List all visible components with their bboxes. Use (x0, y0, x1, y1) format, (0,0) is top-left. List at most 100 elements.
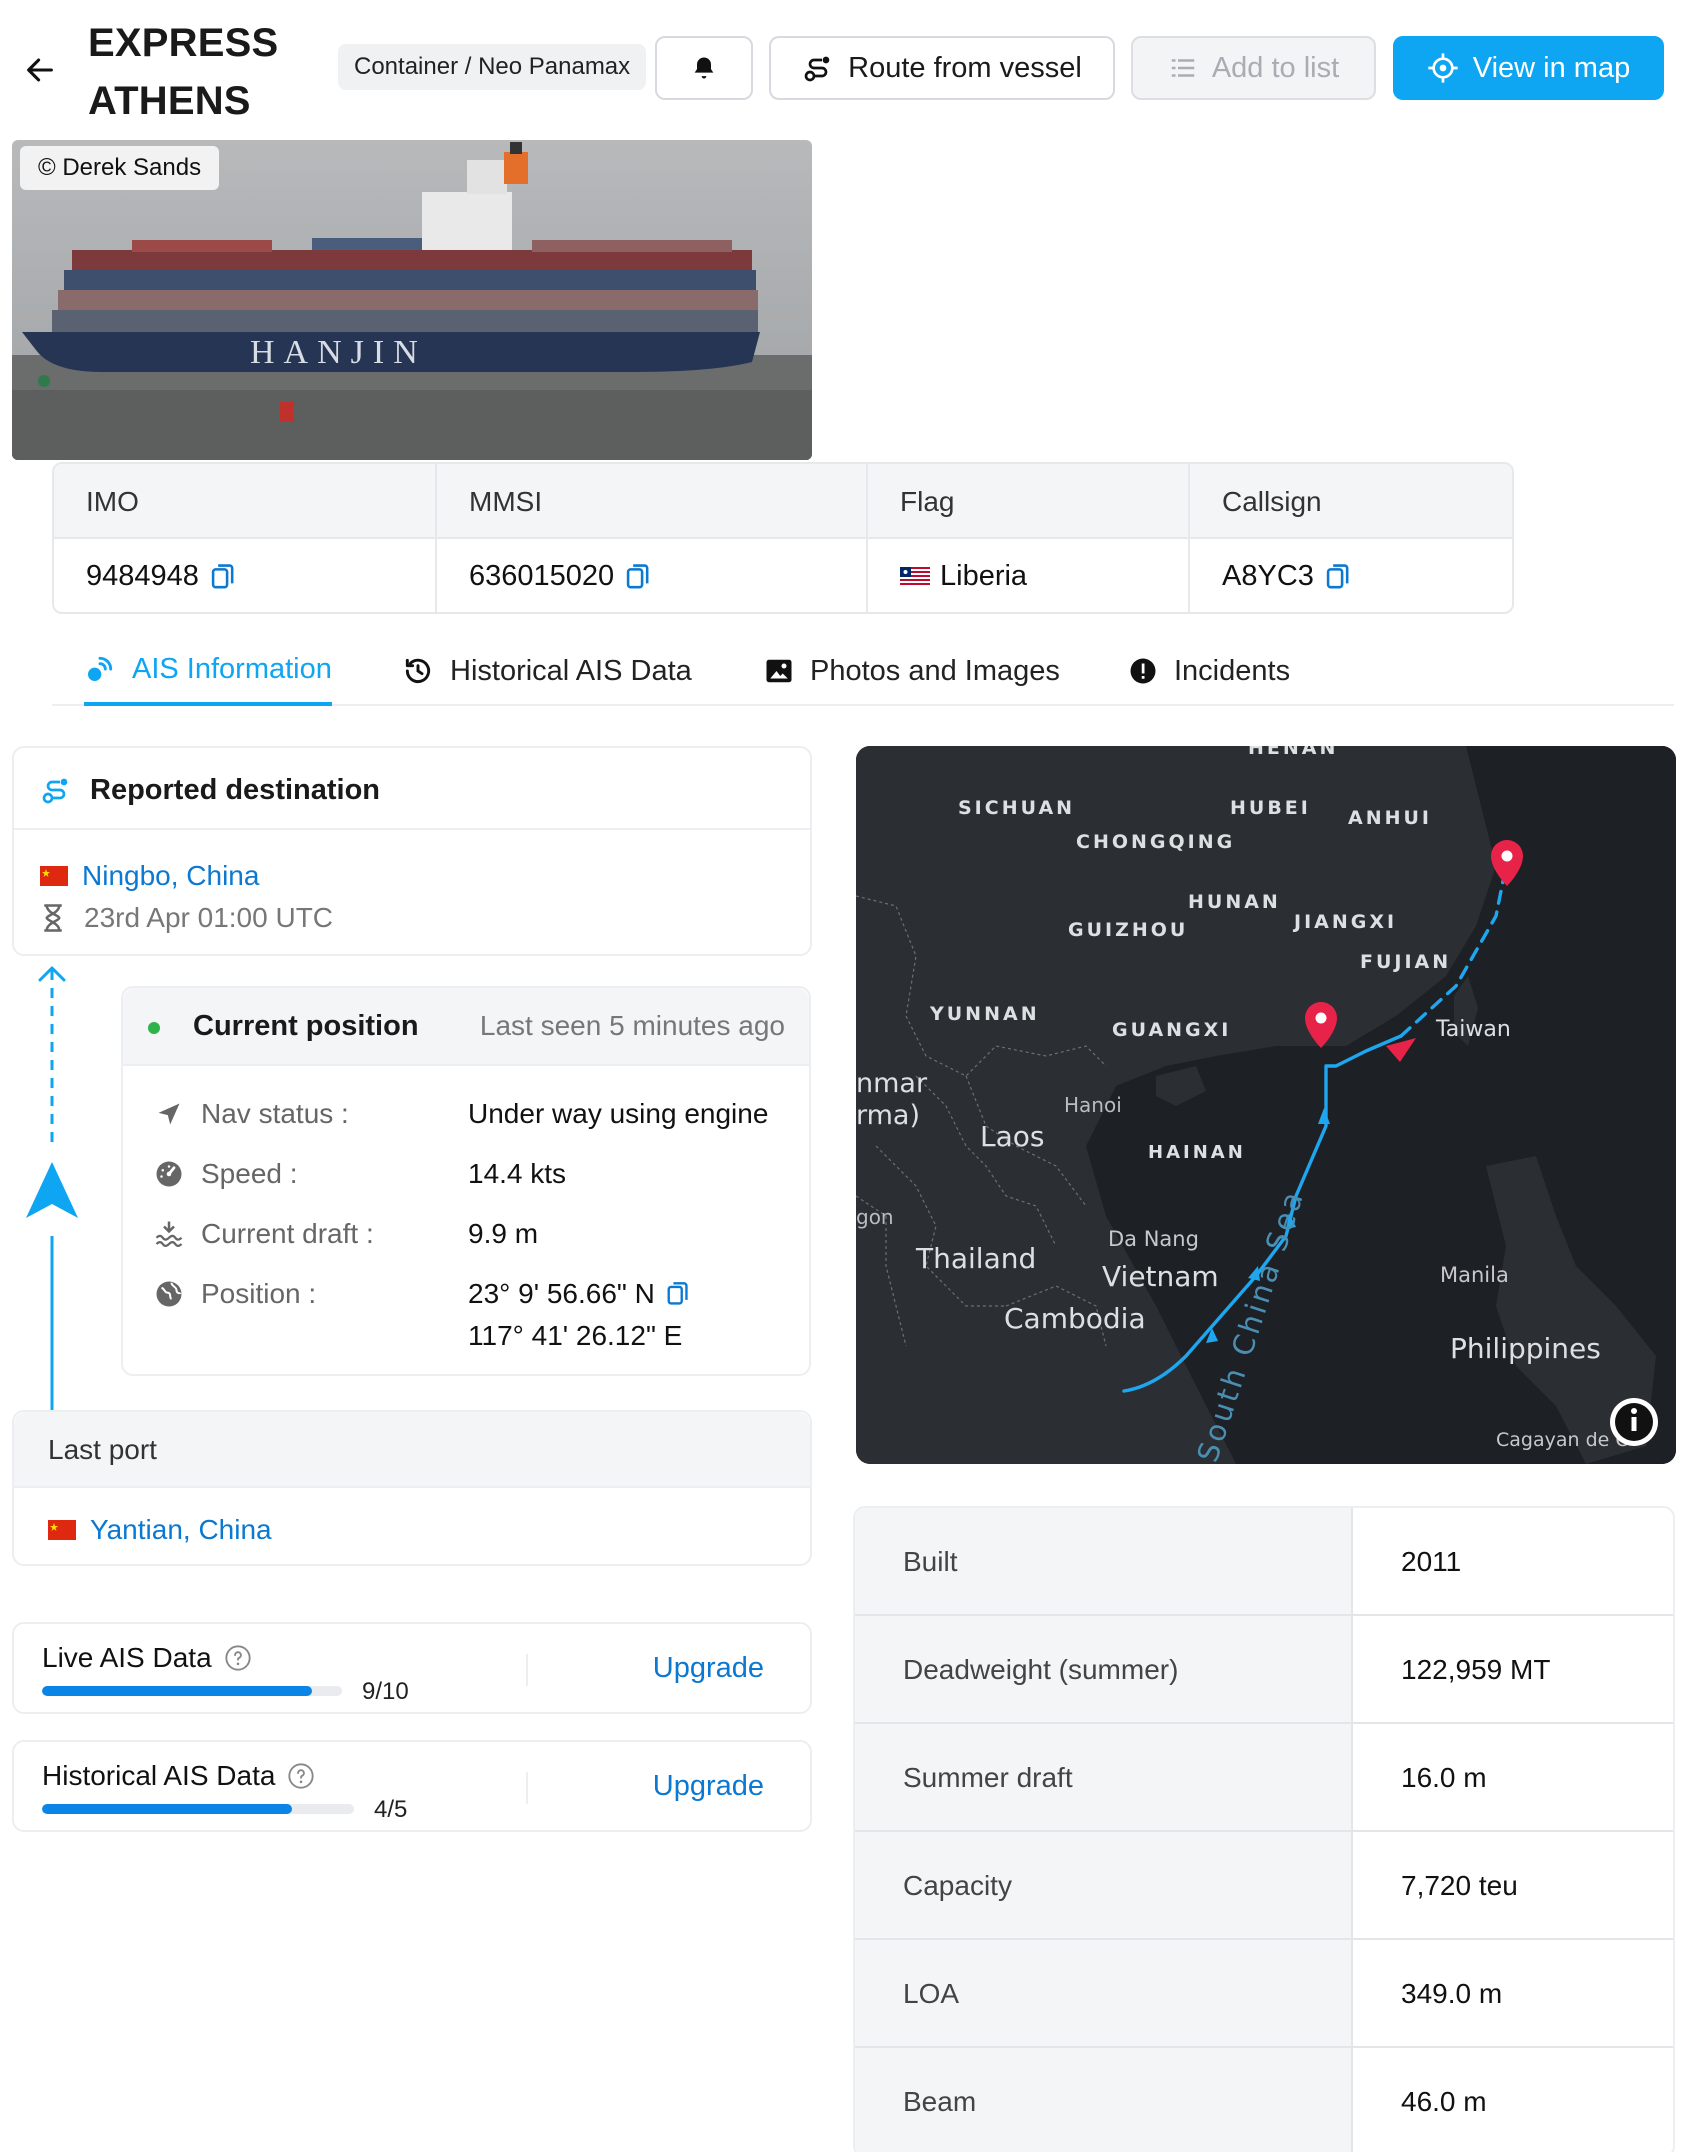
view-in-map-label: View in map (1472, 51, 1631, 84)
vessel-map[interactable]: HENAN SICHUAN HUBEI ANHUI CHONGQING HUNA… (856, 746, 1676, 1464)
historical-ais-quota-label: Historical AIS Data (42, 1760, 276, 1791)
spec-key: Capacity (903, 1870, 1012, 1901)
map-label-taiwan: Taiwan (1435, 1017, 1511, 1042)
spec-row-beam: Beam 46.0 m (855, 2048, 1673, 2152)
notification-button[interactable] (655, 36, 753, 100)
map-label-cagayan: Cagayan de O (1496, 1429, 1630, 1451)
map-label-myanmar-2: rma) (856, 1100, 920, 1131)
image-icon (766, 659, 792, 683)
reported-destination-card: Reported destination Ningbo, China 23rd … (12, 746, 812, 956)
china-flag-icon (40, 866, 68, 886)
tab-historical-ais-data-label: Historical AIS Data (450, 654, 692, 687)
spec-key: Built (903, 1546, 958, 1577)
spec-value: 122,959 MT (1401, 1654, 1551, 1685)
spec-value: 16.0 m (1401, 1762, 1487, 1793)
list-icon (1171, 59, 1195, 77)
copy-icon[interactable] (209, 563, 235, 591)
live-ais-quota-fill (42, 1686, 312, 1696)
back-button[interactable] (14, 44, 66, 96)
map-label-myanmar-1: nmar (856, 1068, 928, 1099)
mmsi-value: 636015020 (469, 560, 615, 592)
longitude-value: 117° 41' 26.12" E (468, 1320, 683, 1351)
map-label-hubei: HUBEI (1230, 797, 1311, 819)
view-in-map-button[interactable]: View in map (1393, 36, 1664, 100)
map-label-hanoi: Hanoi (1064, 1093, 1122, 1117)
spec-key: LOA (903, 1978, 960, 2009)
tab-photos-and-images[interactable]: Photos and Images (764, 636, 1060, 706)
live-ais-upgrade-link[interactable]: Upgrade (653, 1652, 764, 1685)
add-to-list-button[interactable]: Add to list (1131, 36, 1376, 100)
historical-ais-upgrade-link[interactable]: Upgrade (653, 1770, 764, 1803)
crosshair-icon (1428, 53, 1458, 83)
spec-row-built: Built 2011 (855, 1508, 1673, 1616)
route-from-vessel-label: Route from vessel (848, 51, 1082, 84)
live-ais-quota-card: Live AIS Data 9/10 Upgrade (12, 1622, 812, 1714)
map-label-laos: Laos (980, 1120, 1044, 1153)
route-icon (804, 56, 830, 82)
current-position-card: Current position Last seen 5 minutes ago… (121, 986, 811, 1376)
vessel-type-badge: Container / Neo Panamax (338, 44, 647, 90)
map-label-gon: gon (856, 1205, 894, 1229)
draft-icon (155, 1221, 183, 1247)
tab-ais-information-label: AIS Information (132, 652, 332, 685)
exclamation-circle-icon (1130, 658, 1156, 684)
tab-ais-information[interactable]: AIS Information (84, 636, 332, 706)
map-label-yunnan: YUNNAN (929, 1003, 1040, 1025)
spec-value: 46.0 m (1401, 2086, 1487, 2117)
voyage-progress-line (26, 966, 78, 1412)
map-label-henan: HENAN (1248, 746, 1338, 759)
flag-label: Flag (900, 486, 955, 517)
spec-key: Summer draft (903, 1762, 1073, 1793)
navigation-icon (158, 1103, 180, 1125)
live-ais-quota-count: 9/10 (362, 1678, 409, 1705)
vessel-name-line1: EXPRESS (88, 21, 279, 65)
tab-historical-ais-data[interactable]: Historical AIS Data (402, 636, 692, 706)
map-label-sichuan: SICHUAN (958, 797, 1075, 819)
map-label-cambodia: Cambodia (1004, 1302, 1146, 1335)
last-port-link[interactable]: Yantian, China (90, 1514, 272, 1546)
help-icon[interactable] (224, 1644, 252, 1672)
imo-cell: IMO 9484948 (54, 464, 437, 612)
map-label-philippines: Philippines (1450, 1332, 1601, 1365)
vessel-id-table: IMO 9484948 MMSI 636015020 Flag Liberia … (52, 462, 1514, 614)
map-label-fujian: FUJIAN (1360, 951, 1451, 973)
copy-icon[interactable] (1324, 563, 1350, 591)
mmsi-label: MMSI (469, 486, 543, 517)
vessel-name: EXPRESS ATHENS (88, 14, 328, 130)
mmsi-cell: MMSI 636015020 (437, 464, 868, 612)
globe-icon (156, 1281, 182, 1307)
historical-ais-quota-bar (42, 1804, 354, 1814)
vessel-name-line2: ATHENS (88, 79, 251, 123)
map-label-chongqing: CHONGQING (1076, 831, 1235, 853)
reported-destination-title: Reported destination (90, 774, 381, 806)
latitude-value: 23° 9' 56.66" N (468, 1278, 655, 1309)
map-label-jiangxi: JIANGXI (1292, 911, 1397, 933)
copy-icon[interactable] (624, 563, 650, 591)
spec-key: Deadweight (summer) (903, 1654, 1179, 1685)
map-label-da-nang: Da Nang (1108, 1227, 1199, 1251)
map-label-guizhou: GUIZHOU (1068, 919, 1188, 941)
current-position-title: Current position (193, 1010, 419, 1042)
add-to-list-label: Add to list (1211, 51, 1340, 84)
callsign-value: A8YC3 (1222, 560, 1314, 592)
tab-incidents-label: Incidents (1174, 654, 1291, 687)
speed-value: 14.4 kts (468, 1158, 567, 1189)
map-canvas[interactable]: HENAN SICHUAN HUBEI ANHUI CHONGQING HUNA… (856, 746, 1676, 1464)
map-label-hunan: HUNAN (1188, 891, 1281, 913)
help-icon[interactable] (287, 1762, 315, 1790)
spec-key: Beam (903, 2086, 977, 2117)
current-draft-value: 9.9 m (468, 1218, 539, 1249)
destination-port-link[interactable]: Ningbo, China (82, 860, 259, 892)
last-seen-text: Last seen 5 minutes ago (479, 1010, 785, 1041)
china-flag-icon (48, 1520, 76, 1540)
route-icon (42, 778, 68, 804)
current-draft-label: Current draft : (201, 1218, 374, 1249)
map-label-guangxi: GUANGXI (1112, 1019, 1231, 1041)
map-info-icon[interactable] (1610, 1398, 1658, 1446)
route-from-vessel-button[interactable]: Route from vessel (769, 36, 1115, 100)
liberia-flag-icon (900, 566, 930, 587)
tab-incidents[interactable]: Incidents (1128, 636, 1290, 706)
bell-icon (694, 57, 714, 79)
hourglass-icon (44, 904, 62, 932)
copy-icon[interactable] (665, 1281, 689, 1307)
